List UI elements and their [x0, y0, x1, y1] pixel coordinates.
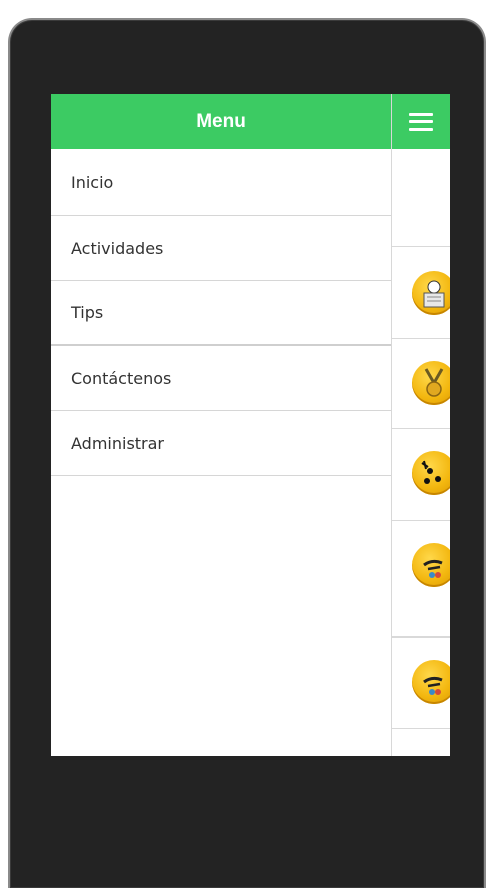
menu-item-tips[interactable]: Tips: [51, 281, 391, 346]
list-item[interactable]: [392, 521, 450, 637]
menu-item-contactenos[interactable]: Contáctenos: [51, 346, 391, 411]
menu-item-label: Actividades: [71, 238, 164, 258]
list-item[interactable]: [392, 637, 450, 729]
list-item[interactable]: [392, 247, 450, 339]
menu-header: Menu: [51, 94, 391, 149]
medal-icon: [412, 361, 450, 405]
menu-item-inicio[interactable]: Inicio: [51, 149, 391, 216]
main-header: [392, 94, 450, 149]
runner-badge-icon: [412, 543, 450, 587]
side-menu: Menu Inicio Actividades Tips Contáctenos…: [51, 94, 392, 756]
list-item[interactable]: [392, 429, 450, 521]
app-screen: Menu Inicio Actividades Tips Contáctenos…: [51, 94, 450, 756]
main-content: [392, 94, 450, 756]
menu-item-label: Inicio: [71, 172, 114, 192]
menu-title: Menu: [196, 110, 246, 132]
newspaper-person-icon: [412, 271, 450, 315]
runner-badge-icon: [412, 660, 450, 704]
list-item[interactable]: [392, 339, 450, 429]
cycling-race-icon: [412, 451, 450, 495]
menu-item-actividades[interactable]: Actividades: [51, 216, 391, 281]
menu-item-label: Administrar: [71, 433, 165, 453]
menu-item-label: Contáctenos: [71, 368, 172, 388]
hamburger-icon[interactable]: [409, 112, 433, 131]
menu-item-label: Tips: [71, 303, 104, 322]
menu-item-administrar[interactable]: Administrar: [51, 411, 391, 476]
menu-list: Inicio Actividades Tips Contáctenos Admi…: [51, 149, 391, 476]
list-item[interactable]: [392, 149, 450, 247]
